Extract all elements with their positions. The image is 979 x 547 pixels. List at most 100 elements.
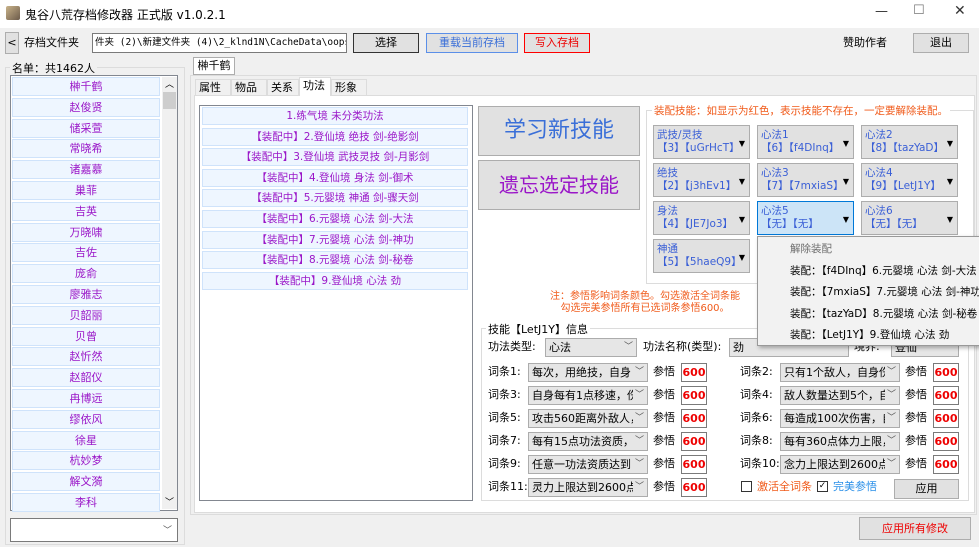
scroll-up-icon[interactable]: ︿: [165, 77, 174, 90]
choose-button[interactable]: 选择: [353, 33, 419, 53]
roster-item[interactable]: 榊千鹤: [12, 77, 160, 96]
roster-scrollbar[interactable]: ︿ ﹀: [162, 77, 177, 509]
apply-all-button[interactable]: 应用所有修改: [859, 517, 971, 540]
entry-select[interactable]: 任意一功法资质达到 ﹀: [528, 455, 648, 474]
skill-item[interactable]: 【装配中】6.元婴境 心法 剑-大法: [202, 210, 468, 228]
activate-all-checkbox[interactable]: [741, 481, 752, 492]
roster-item[interactable]: 缪依风: [12, 409, 160, 429]
roster-item[interactable]: 庞俞: [12, 264, 160, 284]
roster-item[interactable]: 吉英: [12, 201, 160, 221]
exit-button[interactable]: 退出: [913, 33, 969, 53]
skill-item[interactable]: 【装配中】7.元婴境 心法 剑-神功: [202, 230, 468, 249]
tab-1[interactable]: 物品: [231, 79, 267, 95]
type-select[interactable]: 心法 ﹀: [545, 338, 637, 357]
equip-slot[interactable]: 心法6 【无】【无】 ▼: [861, 201, 958, 235]
scroll-thumb[interactable]: [163, 92, 176, 109]
forget-skill-button[interactable]: 遗忘选定技能: [478, 160, 640, 210]
roster-item[interactable]: 吉佐: [12, 243, 160, 263]
insight-input[interactable]: 600: [933, 386, 959, 405]
roster-item[interactable]: 赵忻然: [12, 347, 160, 367]
insight-input[interactable]: 600: [681, 478, 707, 497]
entry-select[interactable]: 念力上限达到2600点 ﹀: [780, 455, 900, 474]
roster-item[interactable]: 杭妙梦: [12, 451, 160, 471]
insight-label: 参悟: [653, 365, 675, 378]
insight-input[interactable]: 600: [933, 363, 959, 382]
entry-select[interactable]: 每造成100次伤害，自 ﹀: [780, 409, 900, 428]
roster-item[interactable]: 常晓希: [12, 139, 160, 159]
skill-item[interactable]: 【装配中】8.元婴境 心法 剑-秘卷: [202, 251, 468, 270]
entry-select[interactable]: 每有360点体力上限， ﹀: [780, 432, 900, 451]
window-title: 鬼谷八荒存档修改器 正式版 v1.0.2.1: [25, 8, 226, 22]
insight-label: 参悟: [905, 434, 927, 447]
roster-item[interactable]: 徐星: [12, 430, 160, 450]
entry-select[interactable]: 灵力上限达到2600点 ﹀: [528, 478, 648, 497]
equip-option[interactable]: 装配：【tazYaD】8.元婴境 心法 剑-秘卷: [790, 305, 977, 323]
folder-path-input[interactable]: 件夹 (2)\新建文件夹 (4)\2_klnd1N\CacheData\oops: [92, 33, 347, 53]
insight-input[interactable]: 600: [681, 386, 707, 405]
equip-slot[interactable]: 武技/灵技 【3】【uGrHcT】 ▼: [653, 125, 750, 159]
insight-input[interactable]: 600: [933, 432, 959, 451]
equip-option[interactable]: 装配：【7mxiaS】7.元婴境 心法 剑-神功: [790, 283, 979, 301]
roster-item[interactable]: 赵俊贤: [12, 97, 160, 117]
equip-slot[interactable]: 绝技 【2】【j3hEv1】 ▼: [653, 163, 750, 197]
reload-button[interactable]: 重载当前存档: [426, 33, 518, 53]
minimize-button[interactable]: —: [875, 4, 888, 19]
slot-value: 【5】【5haeQ9】: [657, 256, 742, 268]
roster-item[interactable]: 万晓啸: [12, 222, 160, 242]
skill-item[interactable]: 【装配中】3.登仙境 武技灵技 剑-月影剑: [202, 148, 468, 167]
equip-slot[interactable]: 心法5 【无】【无】 ▼: [757, 201, 854, 235]
insight-input[interactable]: 600: [681, 363, 707, 382]
insight-input[interactable]: 600: [681, 432, 707, 451]
skill-item[interactable]: 【装配中】5.元婴境 神通 剑-骤天剑: [202, 189, 468, 208]
entry-select[interactable]: 只有1个敌人，自身伤 ﹀: [780, 363, 900, 382]
entry-select[interactable]: 敌人数量达到5个，自 ﹀: [780, 386, 900, 405]
entry-select[interactable]: 每有15点功法资质， ﹀: [528, 432, 648, 451]
roster-item[interactable]: 贝韶丽: [12, 305, 160, 325]
tab-2[interactable]: 关系: [267, 79, 299, 95]
equip-slot[interactable]: 身法 【4】【JE7Jo3】 ▼: [653, 201, 750, 235]
equip-slot[interactable]: 心法2 【8】【tazYaD】 ▼: [861, 125, 958, 159]
roster-item[interactable]: 储采萱: [12, 118, 160, 138]
unequip-option[interactable]: 解除装配: [790, 240, 832, 258]
equip-option[interactable]: 装配：【LetJ1Y】9.登仙境 心法 劲: [790, 326, 949, 344]
tab-4[interactable]: 形象: [331, 79, 367, 95]
roster-search-combo[interactable]: ﹀: [10, 518, 178, 542]
close-button[interactable]: ✕: [954, 3, 966, 19]
roster-item[interactable]: 赵韶仪: [12, 368, 160, 388]
skill-item[interactable]: 【装配中】2.登仙境 绝技 剑-绝影剑: [202, 127, 468, 146]
entry-value: 攻击560距离外敌人，: [532, 412, 641, 425]
entry-select[interactable]: 自身每有1点移速，伤 ﹀: [528, 386, 648, 405]
roster-item[interactable]: 巢菲: [12, 181, 160, 200]
maximize-button[interactable]: ☐: [913, 3, 925, 18]
roster-item[interactable]: 廖雅志: [12, 285, 160, 304]
scroll-down-icon[interactable]: ﹀: [165, 495, 174, 508]
entry-select[interactable]: 每次，用绝技，自身 ﹀: [528, 363, 648, 382]
roster-item[interactable]: 贝曾: [12, 326, 160, 346]
equip-slot[interactable]: 神通 【5】【5haeQ9】 ▼: [653, 239, 750, 273]
roster-item[interactable]: 诸嘉慕: [12, 160, 160, 180]
insight-input[interactable]: 600: [681, 455, 707, 474]
perfect-checkbox[interactable]: ✓: [817, 481, 828, 492]
skill-item[interactable]: 【装配中】4.登仙境 身法 剑-御术: [202, 168, 468, 187]
equip-option[interactable]: 装配：【f4DInq】6.元婴境 心法 剑-大法: [790, 262, 977, 280]
tab-0[interactable]: 属性: [195, 79, 231, 95]
equip-slot[interactable]: 心法4 【9】【LetJ1Y】 ▼: [861, 163, 958, 197]
roster-item[interactable]: 解文漪: [12, 472, 160, 492]
apply-button[interactable]: 应用: [894, 479, 959, 499]
tab-character[interactable]: 榊千鹤: [193, 57, 235, 75]
insight-input[interactable]: 600: [681, 409, 707, 428]
equip-slot[interactable]: 心法1 【6】【f4DInq】 ▼: [757, 125, 854, 159]
back-button[interactable]: <: [5, 32, 19, 54]
insight-input[interactable]: 600: [933, 409, 959, 428]
write-save-button[interactable]: 写入存档: [524, 33, 590, 53]
sponsor-link[interactable]: 赞助作者: [843, 33, 887, 52]
equip-slot[interactable]: 心法3 【7】【7mxiaS】 ▼: [757, 163, 854, 197]
entry-select[interactable]: 攻击560距离外敌人， ﹀: [528, 409, 648, 428]
learn-skill-button[interactable]: 学习新技能: [478, 106, 640, 156]
insight-input[interactable]: 600: [933, 455, 959, 474]
roster-item[interactable]: 李科: [12, 493, 160, 512]
roster-item[interactable]: 冉博远: [12, 389, 160, 408]
tab-3[interactable]: 功法: [299, 77, 331, 96]
skill-item[interactable]: 【装配中】9.登仙境 心法 劲: [202, 271, 468, 290]
skill-item[interactable]: 1.练气境 未分类功法: [202, 107, 468, 125]
